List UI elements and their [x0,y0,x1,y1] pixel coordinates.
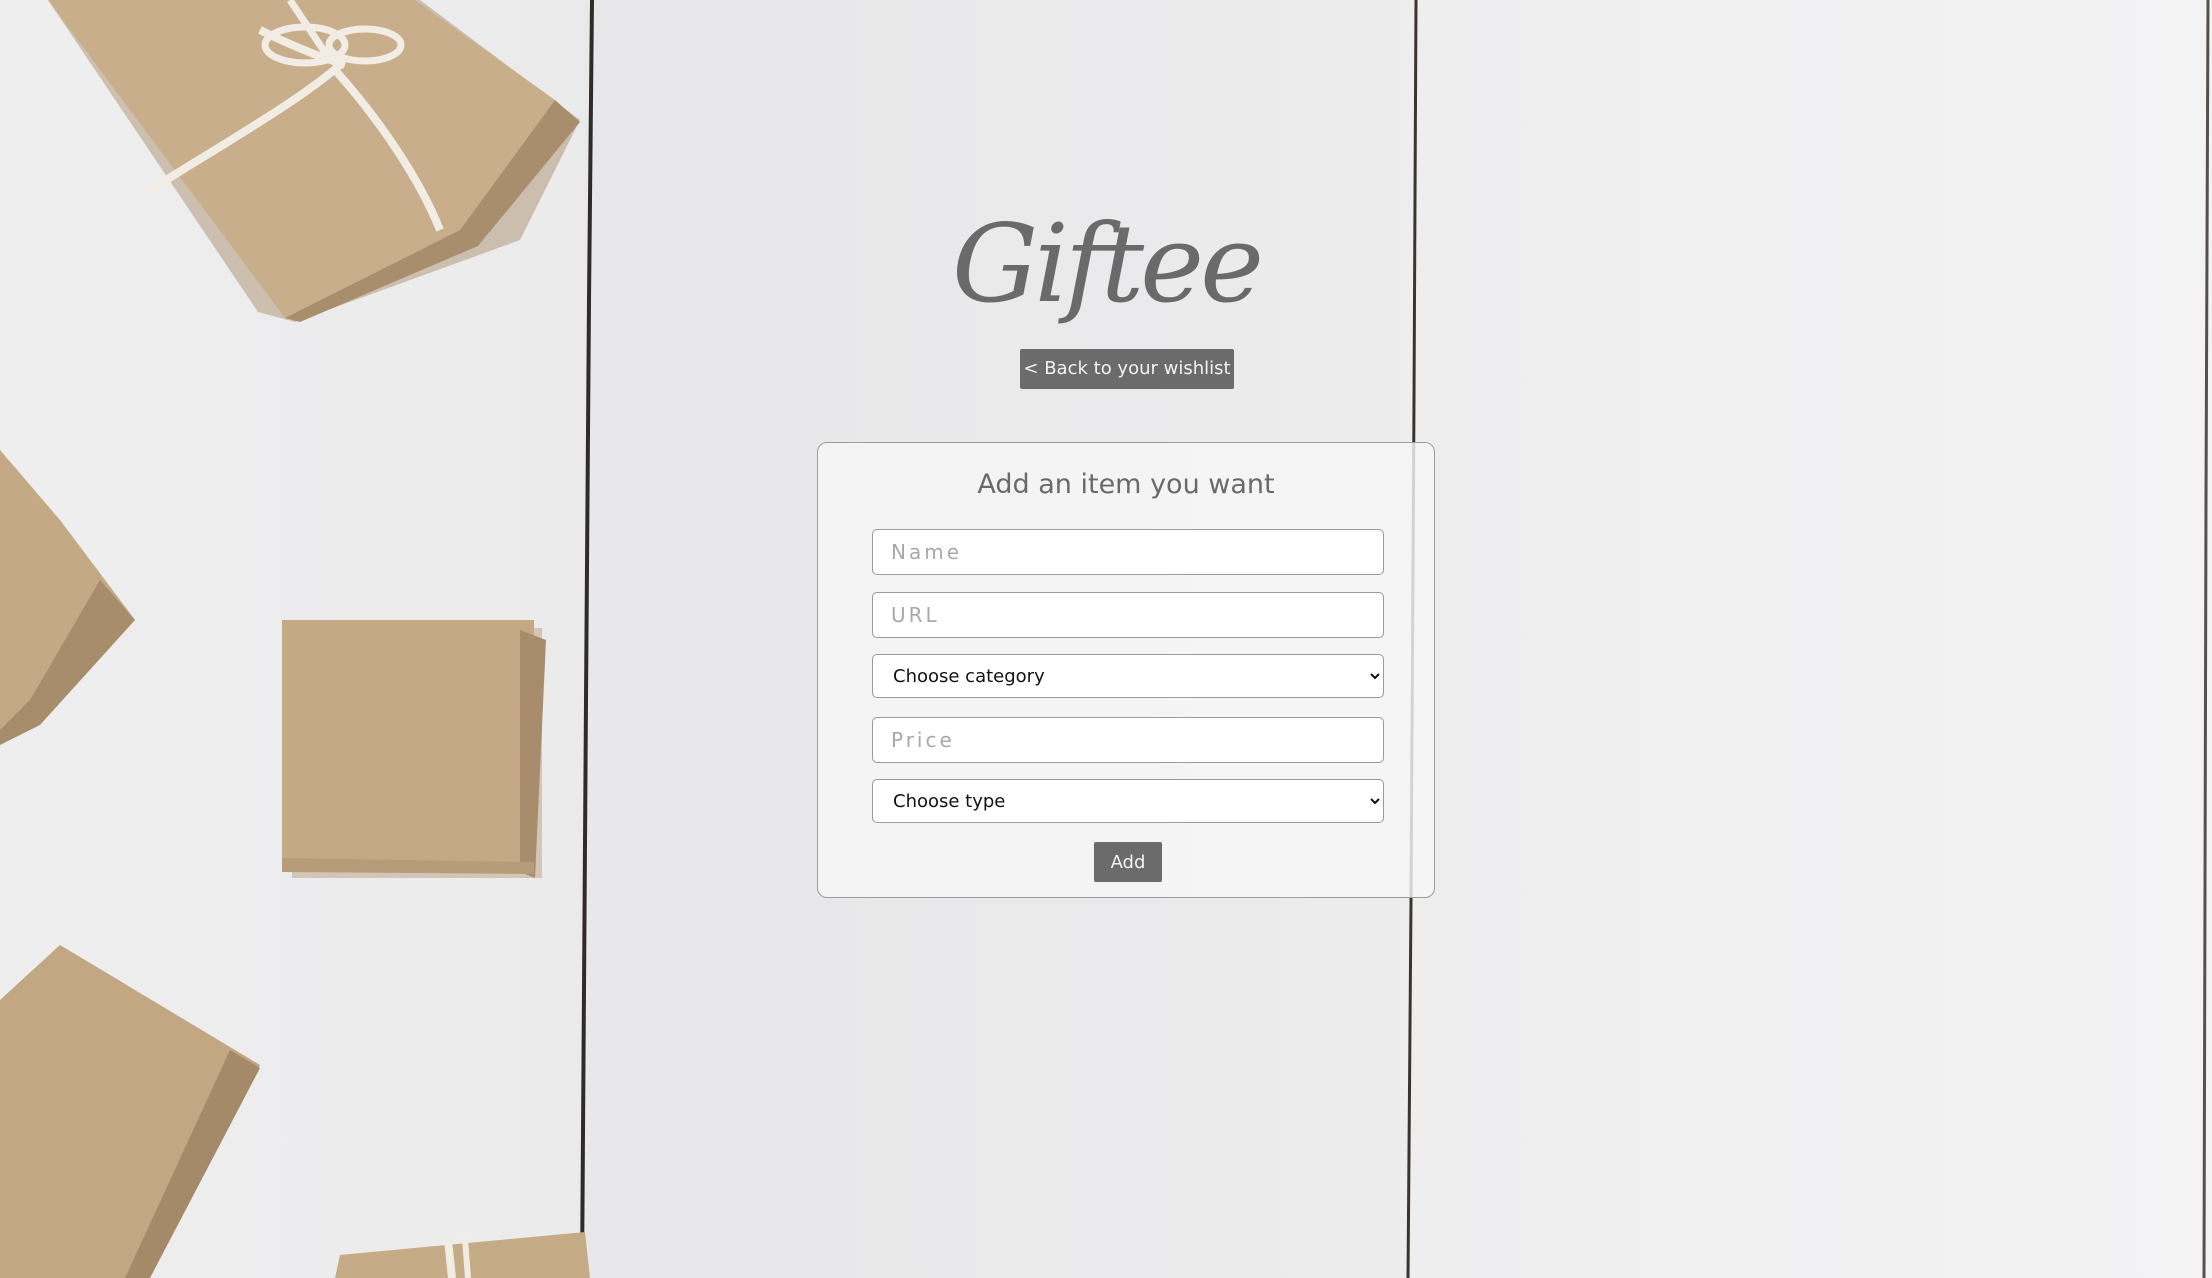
type-select[interactable]: Choose type [872,779,1384,823]
name-input[interactable] [872,529,1384,575]
back-to-wishlist-button[interactable]: < Back to your wishlist [1020,349,1234,389]
category-select[interactable]: Choose category [872,654,1384,698]
gift-box-center-left [282,620,546,878]
add-item-button[interactable]: Add [1094,842,1162,882]
add-item-form: Add an item you want Choose category Cho… [817,442,1435,898]
gift-box-bottom-center [335,1232,590,1278]
price-input[interactable] [872,717,1384,763]
form-title: Add an item you want [977,469,1275,500]
giftee-logo: Giftee [951,202,1264,327]
url-input[interactable] [872,592,1384,638]
gift-box-bottom-left [0,945,260,1278]
gift-box-left-middle [0,450,135,745]
